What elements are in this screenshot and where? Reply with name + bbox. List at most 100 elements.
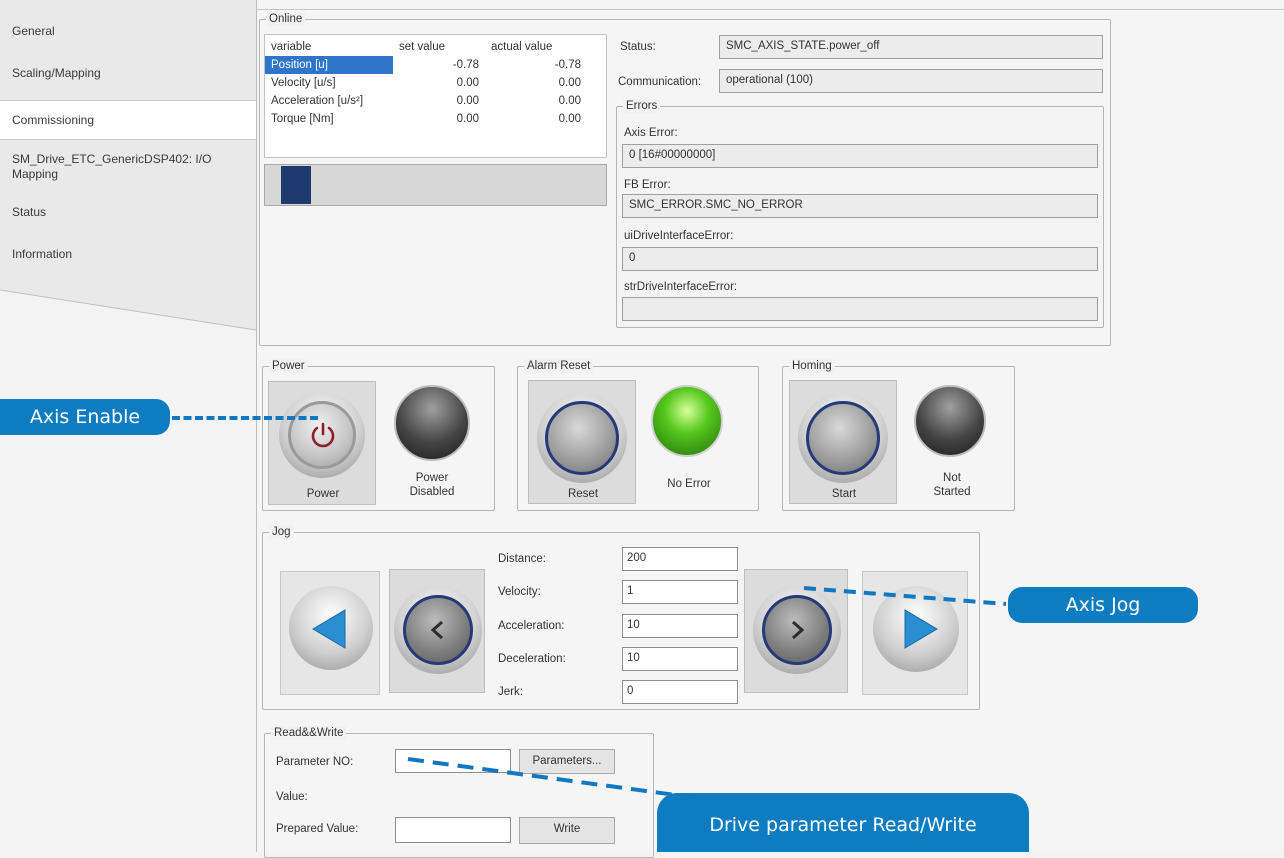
sidebar-item-information[interactable]: Information [0, 247, 256, 262]
table-cell: 0.00 [558, 95, 581, 107]
jog-fast-left-icon [312, 609, 346, 649]
velocity-label: Velocity: [498, 586, 541, 598]
table-cell: Position [u] [265, 56, 393, 74]
table-row[interactable]: Acceleration [u/s²] 0.00 0.00 [265, 92, 587, 110]
status-value: SMC_AXIS_STATE.power_off [719, 35, 1103, 59]
divider [256, 9, 1284, 10]
sidebar-item-scaling-mapping[interactable]: Scaling/Mapping [0, 66, 256, 81]
online-table: variable set value actual value Position… [265, 38, 587, 128]
no-error-lamp [651, 385, 723, 457]
acceleration-input[interactable]: 10 [622, 614, 738, 638]
fb-error-value: SMC_ERROR.SMC_NO_ERROR [622, 194, 1098, 218]
jog-step-left-icon [430, 620, 443, 640]
communication-label: Communication: [618, 76, 702, 88]
no-error-label: No Error [667, 478, 711, 490]
jog-title: Jog [269, 525, 294, 539]
jerk-input[interactable]: 0 [622, 680, 738, 704]
write-button[interactable]: Write [519, 817, 615, 844]
value-label: Value: [276, 791, 308, 803]
table-row[interactable]: Position [u] -0.78 -0.78 [265, 56, 587, 74]
slider-thumb[interactable] [281, 166, 311, 204]
homing-title: Homing [789, 359, 835, 373]
power-title: Power [269, 359, 308, 373]
homing-status-line2: Started [933, 486, 971, 498]
table-cell: 0.00 [456, 95, 479, 107]
drive-interface-error-label: uiDriveInterfaceError: [624, 230, 734, 242]
sidebar-item-io-mapping[interactable]: SM_Drive_ETC_GenericDSP402: I/O Mapping [0, 152, 250, 182]
drive-interface-error-value: 0 [622, 247, 1098, 271]
sidebar-item-general[interactable]: General [0, 24, 256, 39]
distance-label: Distance: [498, 553, 546, 565]
homing-start-button[interactable]: Start [789, 380, 897, 504]
jog-fast-left-button[interactable] [280, 571, 380, 695]
drive-parameter-callout: Drive parameter Read/Write [657, 793, 1029, 852]
table-cell: 0.00 [558, 113, 581, 125]
power-status-lamp [394, 385, 470, 461]
reset-button-face [545, 401, 619, 475]
sidebar-item-commissioning[interactable]: Commissioning [0, 100, 256, 140]
column-header-set-value: set value [399, 41, 446, 53]
deceleration-input[interactable]: 10 [622, 647, 738, 671]
velocity-input[interactable]: 1 [622, 580, 738, 604]
table-cell: 0.00 [456, 77, 479, 89]
sidebar-item-label: SM_Drive_ETC_GenericDSP402: I/O Mapping [12, 152, 212, 181]
sidebar-item-label: Status [12, 205, 47, 219]
str-drive-interface-error-label: strDriveInterfaceError: [624, 281, 738, 293]
reset-button-label: Reset [567, 488, 599, 500]
power-button[interactable]: Power [268, 381, 376, 505]
table-row[interactable]: Torque [Nm] 0.00 0.00 [265, 110, 587, 128]
fb-error-label: FB Error: [624, 179, 671, 191]
jerk-label: Jerk: [498, 686, 523, 698]
table-cell: -0.78 [452, 59, 479, 71]
jog-fast-right-icon [904, 609, 938, 649]
position-slider[interactable] [264, 164, 607, 206]
sidebar-item-label: Scaling/Mapping [12, 66, 101, 80]
axis-error-label: Axis Error: [624, 127, 678, 139]
drive-parameter-connector [407, 757, 699, 800]
jog-step-left-face [403, 595, 473, 665]
table-cell: Acceleration [u/s²] [271, 95, 364, 107]
power-button-label: Power [306, 488, 340, 500]
table-header-row: variable set value actual value [265, 38, 587, 56]
online-title: Online [266, 12, 306, 26]
deceleration-label: Deceleration: [498, 653, 566, 665]
jog-step-right-icon [792, 620, 805, 640]
sidebar-item-label: General [12, 24, 55, 38]
table-row[interactable]: Velocity [u/s] 0.00 0.00 [265, 74, 587, 92]
distance-input[interactable]: 200 [622, 547, 738, 571]
homing-start-face [806, 401, 880, 475]
column-header-variable: variable [271, 41, 312, 53]
parameter-no-label: Parameter NO: [276, 756, 354, 768]
table-cell: Velocity [u/s] [271, 77, 336, 89]
sidebar-item-status[interactable]: Status [0, 205, 256, 220]
axis-jog-callout: Axis Jog [1008, 587, 1198, 623]
power-button-face [288, 401, 356, 469]
axis-error-value: 0 [16#00000000] [622, 144, 1098, 168]
prepared-value-label: Prepared Value: [276, 823, 359, 835]
jog-step-left-button[interactable] [389, 569, 485, 693]
power-status-line1: Power [415, 472, 449, 484]
table-cell: 0.00 [558, 77, 581, 89]
acceleration-label: Acceleration: [498, 620, 565, 632]
axis-enable-connector [172, 416, 318, 420]
sidebar-fold [0, 285, 256, 331]
power-status-line2: Disabled [409, 486, 455, 498]
column-header-actual-value: actual value [491, 41, 553, 53]
reset-button[interactable]: Reset [528, 380, 636, 504]
status-label: Status: [620, 41, 656, 53]
axis-enable-callout: Axis Enable [0, 399, 170, 435]
table-cell: -0.78 [554, 59, 581, 71]
homing-status-line1: Not [943, 472, 961, 484]
read-write-title: Read&&Write [271, 726, 347, 740]
communication-value: operational (100) [719, 69, 1103, 93]
power-button-ring [279, 392, 365, 478]
online-table-container: variable set value actual value Position… [264, 34, 607, 158]
str-drive-interface-error-value [622, 297, 1098, 321]
errors-title: Errors [623, 99, 661, 113]
homing-start-label: Start [831, 488, 857, 500]
axis-jog-connector [803, 586, 1007, 606]
alarm-reset-title: Alarm Reset [524, 359, 594, 373]
prepared-value-input[interactable] [395, 817, 511, 843]
jog-step-left-ring [394, 586, 482, 674]
homing-status-lamp [914, 385, 986, 457]
